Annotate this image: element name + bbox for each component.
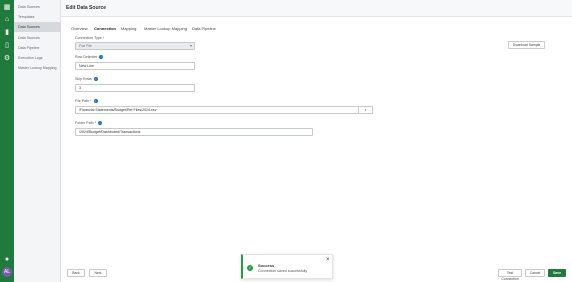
search-icon[interactable]: ⌕ xyxy=(359,106,373,114)
close-icon[interactable]: × xyxy=(326,257,330,263)
tab-connection[interactable]: Connection xyxy=(94,26,116,32)
icon-rail: ▦ ⌂ ▮ ▯ ⚙ ● AL xyxy=(0,0,14,282)
sidebar-item-data-pipeline[interactable]: Data Pipeline xyxy=(14,43,61,53)
row-delimiter-label: Row Delimiter xyxy=(75,55,98,59)
test-connection-button[interactable]: Test Connection xyxy=(498,269,522,281)
skip-rows-label-wrap: Skip Rows i xyxy=(75,77,98,82)
sidebar-item-data-sources-header[interactable]: Data Sources xyxy=(14,2,61,12)
connection-type-value: Flat File xyxy=(79,44,92,48)
bell-icon[interactable]: ● xyxy=(3,256,11,264)
file-path-label: File Path * xyxy=(75,99,92,103)
tab-mapping[interactable]: Mapping xyxy=(121,26,136,32)
app-window: ▦ ⌂ ▮ ▯ ⚙ ● AL Data Sources Templates Da… xyxy=(0,0,572,282)
sidebar-item-data-sources-2[interactable]: Data Sources xyxy=(14,33,61,43)
check-circle-icon: ✓ xyxy=(247,265,253,271)
row-delimiter-input[interactable]: New Line xyxy=(75,62,195,70)
tab-data-pipeline[interactable]: Data Pipeline xyxy=(192,26,216,32)
sidebar-item-execution-logs[interactable]: Execution Logs xyxy=(14,53,61,63)
grid-icon[interactable]: ▦ xyxy=(3,4,11,12)
back-button[interactable]: Back xyxy=(67,269,85,277)
info-icon[interactable]: i xyxy=(99,55,104,60)
gear-icon[interactable]: ⚙ xyxy=(3,55,11,63)
info-icon[interactable]: i xyxy=(97,121,102,126)
home-icon[interactable]: ⌂ xyxy=(3,16,11,24)
page-title: Edit Data Source xyxy=(66,5,107,11)
sidebar-item-master-lookup[interactable]: Master Lookup Mapping xyxy=(14,63,61,73)
file-path-label-wrap: File Path * i xyxy=(75,99,98,104)
document-icon[interactable]: ▯ xyxy=(3,42,11,50)
info-icon[interactable]: i xyxy=(93,99,98,104)
avatar[interactable]: AL xyxy=(2,267,12,277)
folder-path-label: Folder Path * xyxy=(75,121,96,125)
main-panel: Edit Data Source Overview Connection Map… xyxy=(61,0,572,282)
sidebar-item-data-sources[interactable]: Data Sources xyxy=(14,22,61,32)
skip-rows-input[interactable]: 3 xyxy=(75,84,195,92)
sidebar-item-templates[interactable]: Templates xyxy=(14,12,61,22)
toast-message: Connection saved successfully xyxy=(258,269,308,273)
skip-rows-label: Skip Rows xyxy=(75,77,92,81)
book-icon[interactable]: ▮ xyxy=(3,29,11,37)
sidebar: Data Sources Templates Data Sources Data… xyxy=(14,0,61,282)
cancel-button[interactable]: Cancel xyxy=(525,269,545,277)
success-toast: ✓ Success Connection saved successfully … xyxy=(241,254,333,279)
page-header: Edit Data Source xyxy=(61,0,572,17)
folder-path-label-wrap: Folder Path * i xyxy=(75,121,102,126)
toast-title: Success xyxy=(258,263,275,268)
tab-master-lookup-mapping[interactable]: Master Lookup Mapping xyxy=(144,26,187,32)
tab-overview[interactable]: Overview xyxy=(71,26,88,32)
row-delimiter-label-wrap: Row Delimiter i xyxy=(75,55,104,60)
info-icon[interactable]: i xyxy=(93,77,98,82)
connection-type-select: Flat File ▾ xyxy=(75,42,195,50)
chevron-down-icon: ▾ xyxy=(189,43,192,48)
save-button[interactable]: Save xyxy=(548,269,566,277)
connection-type-label: Connection Type * xyxy=(75,36,105,40)
download-sample-button[interactable]: Download Sample xyxy=(508,41,545,49)
next-button[interactable]: Next xyxy=(89,269,107,277)
folder-path-input[interactable]: /2024/Budget/Dashboard/Transactions xyxy=(75,128,313,136)
file-path-input[interactable]: /Financial Statements/Budget/Ref Files/2… xyxy=(75,106,359,114)
